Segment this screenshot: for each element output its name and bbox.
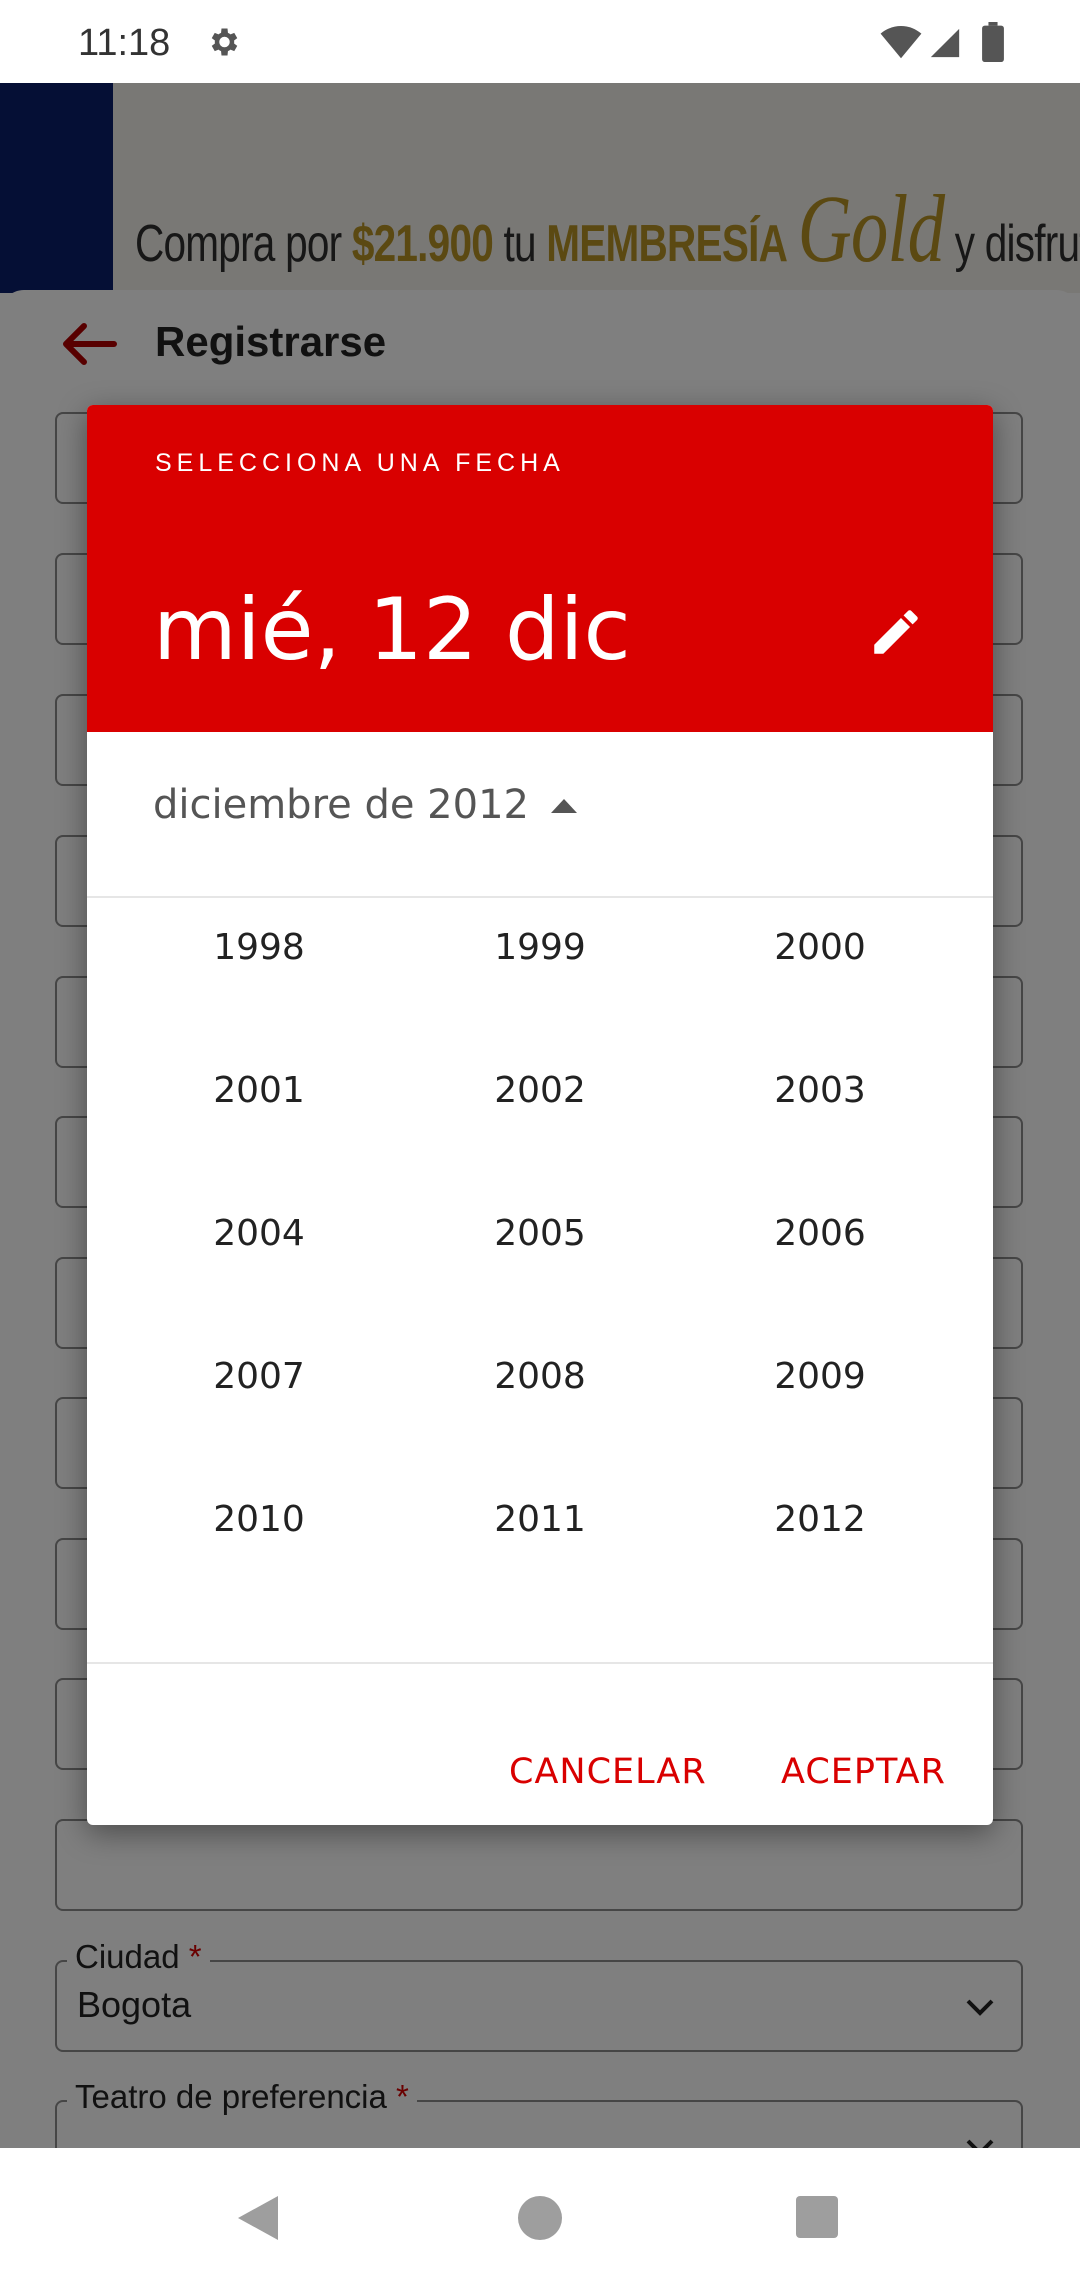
year-option[interactable]: 2006 (680, 1189, 960, 1279)
wifi-icon (880, 26, 922, 59)
cancel-button[interactable]: CANCELAR (509, 1732, 707, 1812)
year-option[interactable]: 2012 (680, 1475, 960, 1565)
gear-icon (211, 28, 238, 56)
date-picker-header: SELECCIONA UNA FECHA mié, 12 dic (87, 405, 993, 732)
pencil-icon[interactable] (867, 603, 925, 661)
year-option[interactable]: 2000 (680, 903, 960, 993)
divider (87, 896, 993, 898)
year-option[interactable]: 2004 (119, 1189, 399, 1279)
date-picker-subtitle: SELECCIONA UNA FECHA (155, 449, 565, 477)
nav-back-icon[interactable] (236, 2194, 280, 2242)
date-picker-dialog: SELECCIONA UNA FECHA mié, 12 dic diciemb… (87, 405, 993, 1825)
month-year-toggle[interactable]: diciembre de 2012 (153, 775, 579, 835)
divider (87, 1662, 993, 1664)
accept-button[interactable]: ACEPTAR (781, 1732, 946, 1812)
year-option[interactable]: 2009 (680, 1332, 960, 1422)
year-option[interactable]: 2011 (400, 1475, 680, 1565)
caret-up-icon (550, 799, 577, 813)
year-option[interactable]: 1998 (119, 903, 399, 993)
year-option[interactable]: 2005 (400, 1189, 680, 1279)
battery-icon (982, 22, 1004, 62)
status-bar: 11:18 (0, 0, 1080, 83)
year-option[interactable]: 2002 (400, 1046, 680, 1136)
year-option[interactable]: 2010 (119, 1475, 399, 1565)
status-time: 11:18 (78, 22, 171, 64)
navigation-bar (0, 2148, 1080, 2280)
year-option[interactable]: 1999 (400, 903, 680, 993)
signal-icon (930, 28, 960, 58)
year-option[interactable]: 2001 (119, 1046, 399, 1136)
year-grid: 1998 1999 2000 2001 2002 2003 2004 2005 … (87, 903, 993, 1618)
nav-recents-icon[interactable] (796, 2196, 838, 2238)
year-option[interactable]: 2007 (119, 1332, 399, 1422)
year-option[interactable]: 2003 (680, 1046, 960, 1136)
year-option[interactable]: 2008 (400, 1332, 680, 1422)
month-year-label: diciembre de 2012 (153, 782, 529, 828)
dialog-actions: CANCELAR ACEPTAR (87, 1732, 993, 1812)
selected-date: mié, 12 dic (153, 580, 631, 680)
nav-home-icon[interactable] (518, 2196, 562, 2240)
